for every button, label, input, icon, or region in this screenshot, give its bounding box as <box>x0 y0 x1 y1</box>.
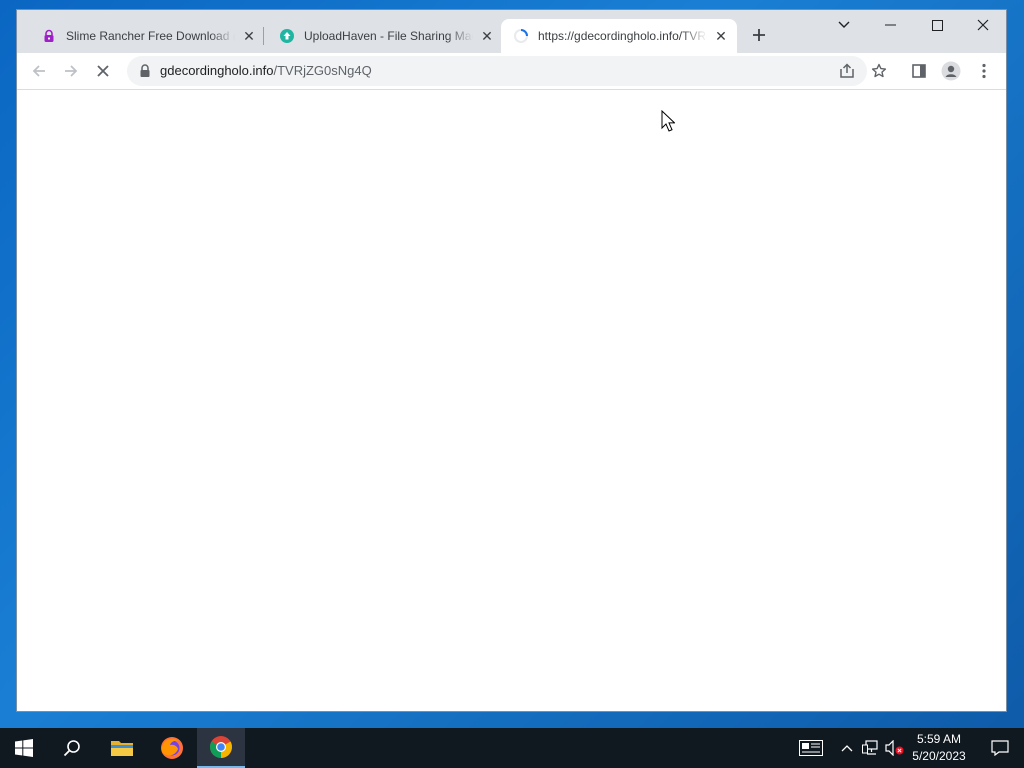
url-text: gdecordingholo.info/TVRjZG0sNg4Q <box>160 63 372 78</box>
tab-close-icon[interactable]: ✕ <box>713 28 729 44</box>
mouse-cursor-icon <box>661 109 676 132</box>
taskbar: 5:59 AM 5/20/2023 <box>0 728 1024 768</box>
plus-icon[interactable] <box>747 23 771 47</box>
tab-title: https://gdecordingholo.info/TVR <box>538 29 707 43</box>
address-bar[interactable]: gdecordingholo.info/TVRjZG0sNg4Q <box>127 56 867 86</box>
clock-date: 5/20/2023 <box>912 749 966 763</box>
url-path: /TVRjZG0sNg4Q <box>273 63 372 78</box>
notification-icon[interactable] <box>976 728 1024 768</box>
tab-title: UploadHaven - File Sharing Mad <box>304 29 473 43</box>
kebab-menu-icon[interactable] <box>970 57 998 85</box>
chrome-icon[interactable] <box>197 728 245 768</box>
folder-icon[interactable] <box>98 728 146 768</box>
url-host: gdecordingholo.info <box>160 63 274 78</box>
tab-title: Slime Rancher Free Download (v <box>66 29 235 43</box>
tab-strip: Slime Rancher Free Download (v ✕ UploadH… <box>17 10 1006 53</box>
page-content <box>17 90 1006 711</box>
chevron-up-icon[interactable] <box>837 738 857 758</box>
maximize-icon[interactable] <box>914 10 960 40</box>
desktop: Slime Rancher Free Download (v ✕ UploadH… <box>0 0 1024 768</box>
clock-time: 5:59 AM <box>916 732 962 746</box>
news-widget-icon[interactable] <box>799 738 823 758</box>
system-clock[interactable]: 5:59 AM 5/20/2023 <box>906 731 972 765</box>
tab-close-icon[interactable]: ✕ <box>479 28 495 44</box>
tab-uploadhaven[interactable]: UploadHaven - File Sharing Mad ✕ <box>267 19 503 53</box>
forward-arrow-icon[interactable] <box>57 57 85 85</box>
purple-lock-icon <box>41 28 57 44</box>
tab-separator <box>263 27 264 45</box>
browser-window: Slime Rancher Free Download (v ✕ UploadH… <box>17 10 1006 711</box>
browser-toolbar: gdecordingholo.info/TVRjZG0sNg4Q <box>17 53 1006 90</box>
volume-muted-icon[interactable] <box>885 738 905 758</box>
tab-gdecordingholo[interactable]: https://gdecordingholo.info/TVR ✕ <box>501 19 737 53</box>
uploadhaven-logo-icon <box>279 28 295 44</box>
windows-start-icon[interactable] <box>0 728 48 768</box>
stop-loading-icon[interactable] <box>89 57 117 85</box>
search-icon[interactable] <box>48 728 96 768</box>
firefox-icon[interactable] <box>148 728 196 768</box>
side-panel-icon[interactable] <box>905 57 933 85</box>
minimize-icon[interactable] <box>867 10 913 40</box>
star-icon[interactable] <box>865 57 893 85</box>
loading-spinner-icon <box>513 28 529 44</box>
tab-close-icon[interactable]: ✕ <box>241 28 257 44</box>
lock-icon[interactable] <box>139 64 153 78</box>
tab-slime-rancher[interactable]: Slime Rancher Free Download (v ✕ <box>29 19 265 53</box>
network-icon[interactable] <box>861 738 881 758</box>
share-icon[interactable] <box>833 57 861 85</box>
profile-icon[interactable] <box>937 57 965 85</box>
tab-search-icon[interactable] <box>821 10 867 40</box>
back-arrow-icon[interactable] <box>25 57 53 85</box>
close-icon[interactable] <box>960 10 1006 40</box>
